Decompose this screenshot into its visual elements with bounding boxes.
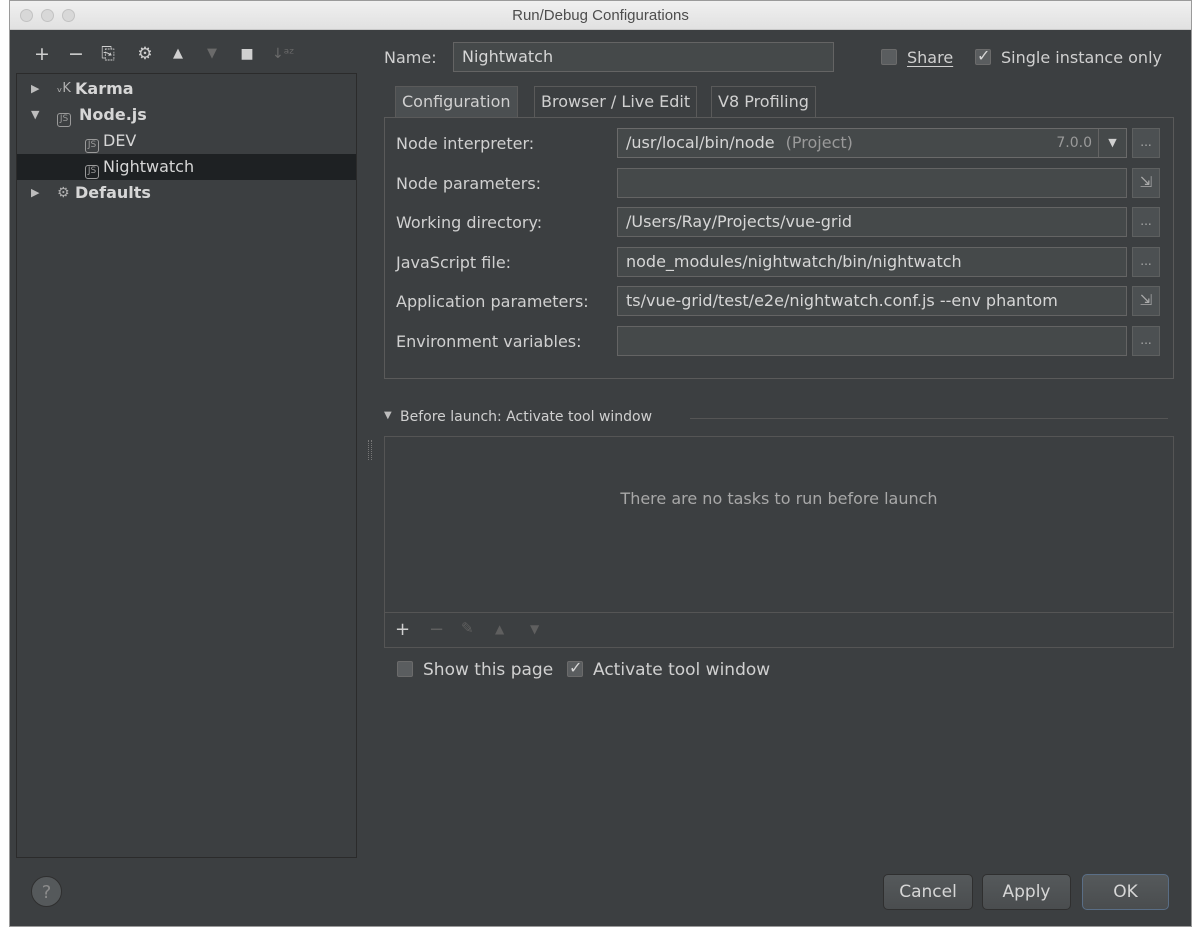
browse-file-button[interactable]: ...: [1132, 247, 1160, 277]
nodejs-icon: JS: [85, 139, 99, 153]
node-parameters-label: Node parameters:: [396, 174, 542, 193]
sort-icon[interactable]: ↓ᵃᶻ: [272, 44, 294, 64]
tree-item-nightwatch[interactable]: JS Nightwatch: [17, 154, 356, 180]
browse-directory-button[interactable]: ...: [1132, 207, 1160, 237]
activate-tool-window-checkbox[interactable]: [567, 658, 583, 677]
expand-arrow-icon[interactable]: ▶: [31, 180, 39, 206]
move-down-icon[interactable]: ▼: [202, 44, 222, 64]
working-directory-label: Working directory:: [396, 213, 543, 232]
tab-v8-profiling[interactable]: V8 Profiling: [711, 86, 816, 118]
javascript-file-label: JavaScript file:: [396, 253, 512, 272]
tree-item-label: Node.js: [79, 105, 147, 124]
tree-item-defaults[interactable]: ▶ ⚙ Defaults: [17, 180, 356, 206]
before-launch-tasks[interactable]: There are no tasks to run before launch …: [384, 436, 1174, 648]
title-bar[interactable]: Run/Debug Configurations: [10, 1, 1191, 30]
node-parameters-input[interactable]: [617, 168, 1127, 198]
tree-item-label: Defaults: [75, 183, 151, 202]
apply-button[interactable]: Apply: [982, 874, 1071, 910]
share-label: Share: [907, 48, 954, 67]
wrench-icon: ⚙: [57, 185, 70, 201]
tab-browser-live-edit[interactable]: Browser / Live Edit: [534, 86, 698, 118]
node-interpreter-scope: (Project): [785, 133, 853, 152]
node-interpreter-select[interactable]: /usr/local/bin/node (Project) 7.0.0 ▼: [617, 128, 1127, 158]
cancel-button[interactable]: Cancel: [883, 874, 973, 910]
edit-task-icon[interactable]: ✎: [461, 619, 474, 637]
ok-button[interactable]: OK: [1082, 874, 1169, 910]
tree-item-dev[interactable]: JS DEV: [17, 128, 356, 154]
move-task-down-icon[interactable]: ▼: [530, 622, 539, 636]
edit-environment-button[interactable]: ...: [1132, 326, 1160, 356]
edit-defaults-icon[interactable]: ⚙: [135, 44, 155, 64]
expand-field-icon[interactable]: ⇲: [1132, 286, 1160, 316]
activate-tool-window-label: Activate tool window: [593, 660, 771, 680]
single-instance-checkbox[interactable]: [975, 46, 991, 65]
javascript-file-input[interactable]: node_modules/nightwatch/bin/nightwatch: [617, 247, 1127, 277]
window-title: Run/Debug Configurations: [512, 7, 689, 24]
move-up-icon[interactable]: ▲: [168, 44, 188, 64]
working-directory-input[interactable]: /Users/Ray/Projects/vue-grid: [617, 207, 1127, 237]
tasks-toolbar: + − ✎ ▲ ▼: [385, 612, 1173, 647]
collapse-arrow-icon[interactable]: ▼: [384, 410, 392, 421]
splitter-handle[interactable]: [368, 440, 372, 460]
expand-arrow-icon[interactable]: ▶: [31, 76, 39, 102]
tree-item-label: DEV: [103, 131, 137, 150]
karma-icon: ᵥK: [57, 81, 71, 96]
node-interpreter-path: /usr/local/bin/node: [626, 133, 775, 152]
node-version: 7.0.0: [1056, 135, 1092, 151]
move-task-up-icon[interactable]: ▲: [495, 622, 504, 636]
tree-item-nodejs[interactable]: ▼ JS Node.js: [17, 102, 356, 128]
remove-task-icon[interactable]: −: [429, 619, 444, 640]
chevron-down-icon[interactable]: ▼: [1098, 129, 1126, 157]
single-instance-label: Single instance only: [1001, 48, 1162, 67]
browse-interpreter-button[interactable]: ...: [1132, 128, 1160, 158]
configuration-tree[interactable]: ▶ ᵥK Karma ▼ JS Node.js JS DEV JS Nightw…: [16, 73, 357, 858]
add-task-icon[interactable]: +: [395, 619, 410, 640]
before-launch-title: Before launch: Activate tool window: [400, 409, 653, 425]
tree-item-label: Nightwatch: [103, 157, 195, 176]
empty-tasks-text: There are no tasks to run before launch: [620, 489, 938, 508]
nodejs-icon: JS: [57, 113, 71, 127]
remove-icon[interactable]: −: [66, 44, 86, 64]
environment-variables-label: Environment variables:: [396, 332, 582, 351]
name-input[interactable]: Nightwatch: [453, 42, 834, 72]
tree-item-label: Karma: [75, 79, 134, 98]
section-divider: [690, 418, 1168, 419]
add-icon[interactable]: +: [32, 44, 52, 64]
expand-field-icon[interactable]: ⇲: [1132, 168, 1160, 198]
copy-icon[interactable]: ⎘: [98, 44, 118, 64]
folder-icon[interactable]: ■: [237, 44, 257, 64]
nodejs-icon: JS: [85, 165, 99, 179]
show-page-checkbox[interactable]: [397, 661, 413, 677]
name-label: Name:: [384, 48, 437, 67]
tree-item-karma[interactable]: ▶ ᵥK Karma: [17, 76, 356, 102]
application-parameters-input[interactable]: ts/vue-grid/test/e2e/nightwatch.conf.js …: [617, 286, 1127, 316]
share-checkbox[interactable]: [881, 49, 897, 65]
environment-variables-input[interactable]: [617, 326, 1127, 356]
help-button[interactable]: ?: [31, 876, 62, 907]
node-interpreter-label: Node interpreter:: [396, 134, 535, 153]
collapse-arrow-icon[interactable]: ▼: [31, 102, 39, 128]
show-page-label: Show this page: [423, 660, 554, 680]
tab-configuration[interactable]: Configuration: [395, 86, 518, 118]
application-parameters-label: Application parameters:: [396, 292, 589, 311]
